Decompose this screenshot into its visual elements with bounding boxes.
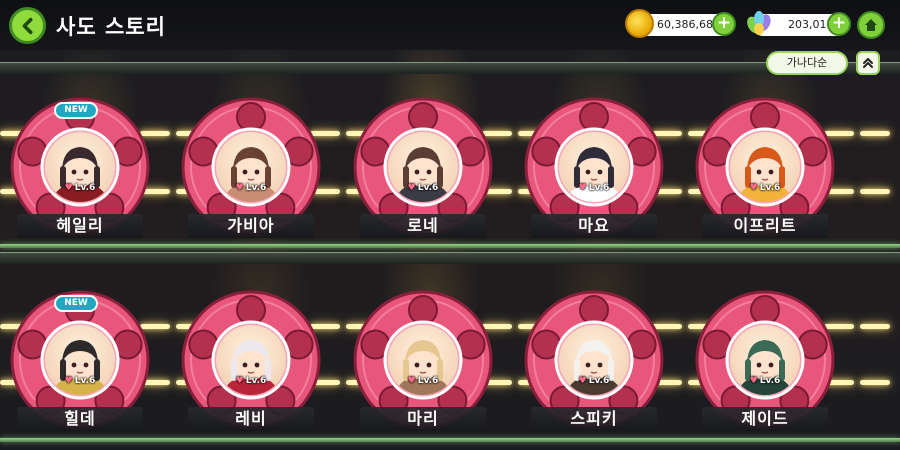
character-name: 마리: [360, 407, 486, 431]
new-badge: NEW: [54, 102, 98, 119]
double-chevron-up-icon: [863, 57, 873, 68]
level-value: Lv.6: [74, 183, 96, 193]
heart-icon: ♥: [749, 183, 758, 193]
character-card[interactable]: ♥ Lv.6 NEW 헤일리: [5, 97, 155, 247]
character-level: ♥ Lv.6: [395, 183, 451, 197]
character-name: 레비: [188, 407, 314, 431]
heart-icon: ♥: [235, 376, 244, 386]
character-level: ♥ Lv.6: [52, 376, 108, 390]
character-level: ♥ Lv.6: [223, 376, 279, 390]
level-value: Lv.6: [74, 376, 96, 386]
home-button[interactable]: [857, 11, 885, 39]
gem-counter: 203,017 +: [747, 11, 851, 36]
character-level: ♥ Lv.6: [566, 376, 622, 390]
character-name: 헤일리: [17, 214, 143, 238]
back-button[interactable]: [9, 7, 46, 44]
character-card[interactable]: ♥ Lv.6 레비: [176, 290, 326, 440]
level-value: Lv.6: [417, 183, 439, 193]
level-value: Lv.6: [245, 376, 267, 386]
sort-button[interactable]: 가나다순: [766, 51, 848, 75]
character-level: ♥ Lv.6: [737, 376, 793, 390]
character-name: 가비아: [188, 214, 314, 238]
character-name: 로네: [360, 214, 486, 238]
character-name: 마요: [531, 214, 657, 238]
heart-icon: ♥: [578, 376, 587, 386]
add-gold-button[interactable]: +: [712, 12, 736, 36]
gold-value: 60,386,684: [657, 18, 720, 31]
heart-icon: ♥: [578, 183, 587, 193]
gold-counter: 60,386,684 +: [625, 9, 736, 38]
character-name: 스피키: [531, 407, 657, 431]
character-level: ♥ Lv.6: [566, 183, 622, 197]
shelf-top-2: [0, 252, 900, 264]
character-level: ♥ Lv.6: [737, 183, 793, 197]
character-level: ♥ Lv.6: [395, 376, 451, 390]
heart-icon: ♥: [235, 183, 244, 193]
character-level: ♥ Lv.6: [52, 183, 108, 197]
character-name: 힐데: [17, 407, 143, 431]
level-value: Lv.6: [588, 183, 610, 193]
character-name: 제이드: [702, 407, 828, 431]
character-card[interactable]: ♥ Lv.6 마리: [348, 290, 498, 440]
heart-icon: ♥: [64, 183, 73, 193]
new-badge: NEW: [54, 295, 98, 312]
character-card[interactable]: ♥ Lv.6 마요: [519, 97, 669, 247]
character-card[interactable]: ♥ Lv.6 로네: [348, 97, 498, 247]
character-name: 이프리트: [702, 214, 828, 238]
page-title: 사도 스토리: [56, 15, 166, 39]
heart-icon: ♥: [407, 376, 416, 386]
character-card[interactable]: ♥ Lv.6 NEW 힐데: [5, 290, 155, 440]
collapse-button[interactable]: [856, 51, 880, 75]
crystal-icon: [744, 9, 773, 38]
home-icon: [865, 19, 877, 31]
shelf-top-1: [0, 62, 900, 74]
level-value: Lv.6: [759, 376, 781, 386]
level-value: Lv.6: [759, 183, 781, 193]
coin-icon: [625, 9, 654, 38]
character-card[interactable]: ♥ Lv.6 스피키: [519, 290, 669, 440]
character-card[interactable]: ♥ Lv.6 이프리트: [690, 97, 840, 247]
heart-icon: ♥: [407, 183, 416, 193]
level-value: Lv.6: [588, 376, 610, 386]
character-card[interactable]: ♥ Lv.6 제이드: [690, 290, 840, 440]
level-value: Lv.6: [417, 376, 439, 386]
chevron-left-icon: [22, 17, 32, 34]
character-level: ♥ Lv.6: [223, 183, 279, 197]
character-card[interactable]: ♥ Lv.6 가비아: [176, 97, 326, 247]
heart-icon: ♥: [749, 376, 758, 386]
add-gem-button[interactable]: +: [827, 12, 851, 36]
level-value: Lv.6: [245, 183, 267, 193]
heart-icon: ♥: [64, 376, 73, 386]
